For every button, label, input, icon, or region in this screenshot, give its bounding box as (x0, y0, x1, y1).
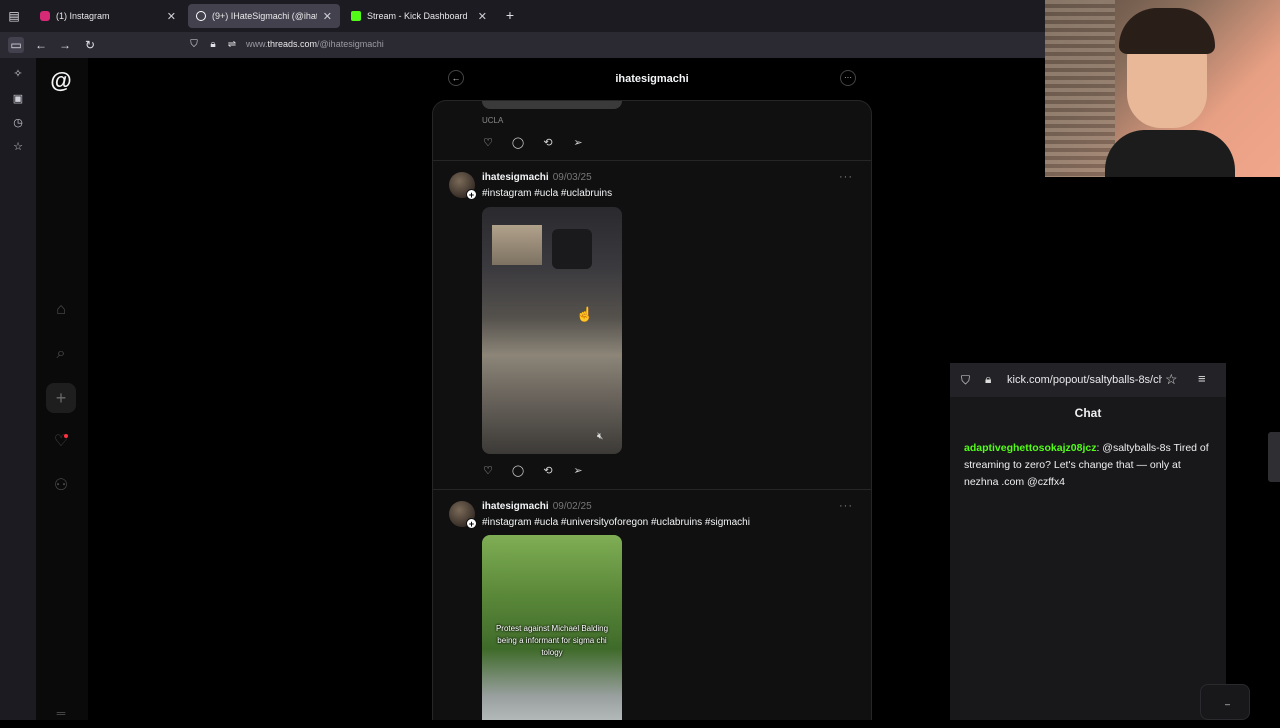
extensions-icon[interactable]: ▣ (10, 91, 26, 107)
shield-icon[interactable]: ⛉ (186, 37, 202, 53)
close-icon[interactable]: ✕ (167, 10, 176, 23)
tab-label: Stream - Kick Dashboard (367, 11, 468, 21)
bookmarks-icon[interactable]: ☆ (10, 139, 26, 155)
url-path: /@ihatesigmachi (317, 39, 384, 49)
streamer-shirt (1105, 130, 1235, 177)
post-username[interactable]: ihatesigmachi (482, 501, 549, 512)
comment-icon[interactable]: ◯ (511, 464, 525, 478)
more-options-icon[interactable]: ··· (840, 70, 856, 86)
chat-message: adaptiveghettosokajz08jcz: @saltyballs-8… (964, 440, 1214, 491)
post-more-icon[interactable]: ··· (839, 500, 853, 512)
activity-heart-icon[interactable]: ♡ (46, 427, 76, 457)
back-icon[interactable]: ← (33, 37, 49, 53)
post-video[interactable]: 🔇︎ (482, 207, 622, 454)
chat-username[interactable]: adaptiveghettosokajz08jcz (964, 442, 1096, 454)
threads-icon (196, 11, 206, 21)
url-domain: threads.com (267, 39, 318, 49)
post-username[interactable]: ihatesigmachi (482, 172, 549, 183)
video-scene (492, 225, 542, 265)
chat-url[interactable]: kick.com/popout/saltyballs-8s/chat (1007, 374, 1162, 386)
post-media-partial[interactable] (482, 101, 622, 109)
star-icon[interactable]: ☆ (1165, 371, 1178, 388)
divider (433, 489, 871, 490)
post-caption: #instagram #ucla #universityoforegon #uc… (482, 517, 750, 528)
close-icon[interactable]: ✕ (323, 10, 332, 23)
avatar[interactable]: + (449, 172, 477, 200)
follow-plus-icon[interactable]: + (466, 189, 477, 200)
reload-icon[interactable]: ↻ (82, 37, 98, 53)
menu-icon[interactable]: ═ (46, 698, 76, 728)
avatar[interactable]: + (449, 501, 477, 529)
instagram-icon (40, 11, 50, 21)
tab-kick-dashboard[interactable]: Stream - Kick Dashboard ✕ (343, 4, 495, 28)
threads-nav: @ ⌂ ⌕ + ♡ ⚇ ═ (36, 58, 88, 720)
cursor-icon: ☝ (576, 306, 594, 322)
video-scene (552, 229, 592, 269)
image-overlay-text: Protest against Michael Balding being a … (495, 624, 609, 657)
lock-icon[interactable]: 🔒︎ (985, 372, 991, 387)
forward-icon[interactable]: → (57, 37, 73, 53)
scrollbar-thumb[interactable] (1268, 432, 1280, 482)
feed-header: ← ihatesigmachi ··· (432, 66, 872, 94)
tab-threads[interactable]: (9+) IHateSigmachi (@ihatesigmachi) ✕ (188, 4, 340, 28)
share-icon[interactable]: ➢ (571, 464, 585, 478)
new-tab-button[interactable]: + (502, 7, 518, 23)
lock-icon[interactable]: 🔒︎ (205, 37, 221, 53)
chat-title: Chat (1074, 406, 1102, 420)
minimize-icon: – (1225, 699, 1231, 709)
post-image[interactable]: Protest against Michael Balding being a … (482, 535, 622, 720)
url-prefix: www. (246, 39, 268, 49)
webcam-overlay (1045, 0, 1280, 177)
post-date[interactable]: 09/03/25 (553, 172, 592, 183)
permissions-icon[interactable]: ⇌ (224, 37, 240, 53)
feed: UCLA ♡ ◯ ⟲ ➢ + ihatesigmachi 09/03/25 ···… (432, 100, 872, 720)
browser-nav-bar: ▭ ← → ↻ ⛉ 🔒︎ ⇌ www.threads.com/@ihatesig… (0, 32, 1045, 58)
post-header: ihatesigmachi 09/03/25 (482, 172, 592, 183)
divider (433, 160, 871, 161)
tab-label: (1) Instagram (56, 11, 110, 21)
post-actions: ♡ ◯ ⟲ ➢ (481, 464, 585, 480)
tab-label: (9+) IHateSigmachi (@ihatesigmachi) (212, 11, 317, 21)
post-header: ihatesigmachi 09/02/25 (482, 501, 592, 512)
post-caption: UCLA (482, 116, 504, 125)
home-icon[interactable]: ⌂ (46, 295, 76, 325)
chat-url-bar: ⛉ 🔒︎ kick.com/popout/saltyballs-8s/chat … (950, 363, 1226, 397)
profile-icon[interactable]: ⚇ (46, 471, 76, 501)
ai-sparkle-icon[interactable]: ✧ (10, 66, 26, 82)
create-icon[interactable]: + (46, 383, 76, 413)
notification-dot (64, 434, 68, 438)
post-actions: ♡ ◯ ⟲ ➢ (481, 136, 585, 152)
post-caption: #instagram #ucla #uclabruins (482, 188, 613, 199)
like-icon[interactable]: ♡ (481, 464, 495, 478)
url-bar[interactable]: www.threads.com/@ihatesigmachi (246, 39, 384, 49)
tab-list-icon[interactable]: ▤ (6, 8, 22, 24)
repost-icon[interactable]: ⟲ (541, 136, 555, 150)
kick-icon (351, 11, 361, 21)
post-date[interactable]: 09/02/25 (553, 501, 592, 512)
repost-icon[interactable]: ⟲ (541, 464, 555, 478)
shield-icon[interactable]: ⛉ (961, 373, 970, 388)
chat-settings-button[interactable]: – (1200, 684, 1250, 720)
chat-popout: ⛉ 🔒︎ kick.com/popout/saltyballs-8s/chat … (950, 363, 1226, 720)
window-blinds (1045, 0, 1115, 177)
streamer-hair (1119, 8, 1215, 54)
threads-logo-icon[interactable]: @ (46, 66, 76, 96)
post-more-icon[interactable]: ··· (839, 171, 853, 183)
tab-instagram[interactable]: (1) Instagram ✕ (32, 4, 184, 28)
page-title: ihatesigmachi (615, 73, 689, 85)
comment-icon[interactable]: ◯ (511, 136, 525, 150)
history-icon[interactable]: ◷ (10, 115, 26, 131)
browser-sidebar: ✧ ▣ ◷ ☆ (0, 58, 36, 720)
like-icon[interactable]: ♡ (481, 136, 495, 150)
follow-plus-icon[interactable]: + (466, 518, 477, 529)
search-icon[interactable]: ⌕ (46, 339, 76, 369)
share-icon[interactable]: ➢ (571, 136, 585, 150)
mute-icon[interactable]: 🔇︎ (597, 431, 603, 442)
close-icon[interactable]: ✕ (478, 10, 487, 23)
sidebar-toggle-icon[interactable]: ▭ (8, 37, 24, 53)
menu-icon[interactable]: ≡ (1198, 371, 1206, 386)
